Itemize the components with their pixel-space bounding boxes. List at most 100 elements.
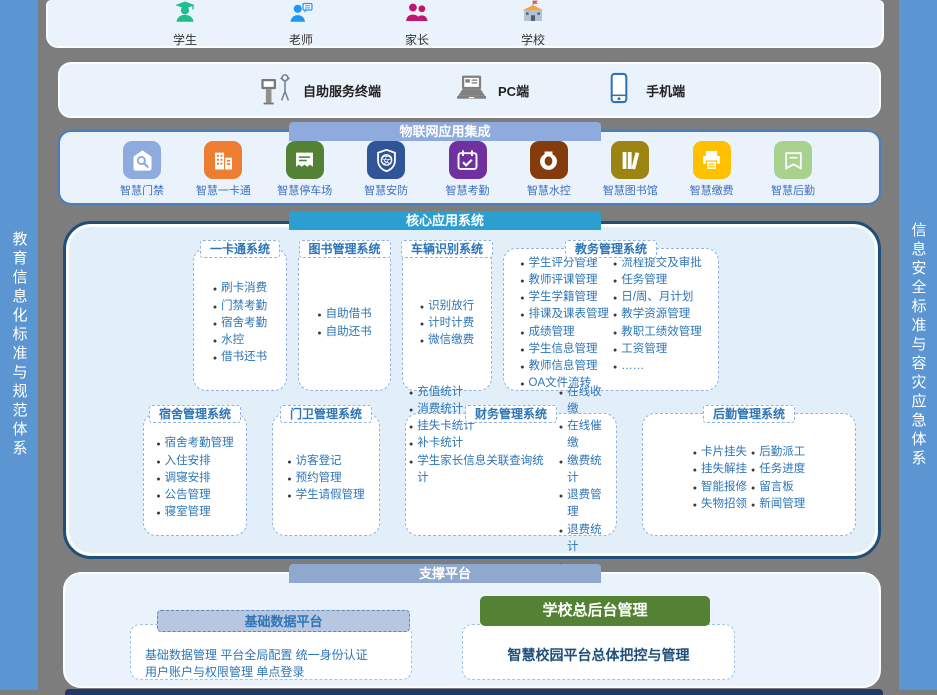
system-item: ●新闻管理: [751, 496, 805, 513]
system-item: ●学生学籍管理: [520, 289, 609, 306]
system-item-label: 入住安排: [165, 453, 211, 470]
system-item-label: ……: [621, 358, 644, 375]
system-item-label: 缴费统计: [567, 453, 613, 488]
system-item-label: 日/周、月计划: [621, 289, 693, 306]
library-icon: [611, 141, 649, 179]
parents-icon: [403, 0, 431, 30]
security-icon: 安: [367, 141, 405, 179]
system-item: ●智能报修: [693, 479, 747, 496]
system-box-title: 车辆识别系统: [401, 240, 493, 258]
system-item-label: 排课及课表管理: [529, 306, 610, 323]
system-item-label: 成绩管理: [529, 324, 575, 341]
system-box-title: 门卫管理系统: [280, 405, 372, 423]
iot-panel: 智慧门禁智慧一卡通智慧停车场安智慧安防智慧考勤智慧水控智慧图书馆智慧缴费智慧后勤: [58, 130, 881, 205]
iot-item: 智慧后勤: [755, 141, 831, 198]
bullet-icon: ●: [317, 329, 321, 340]
iot-item: 智慧考勤: [430, 141, 506, 198]
device-label: PC端: [498, 81, 529, 100]
bullet-icon: ●: [613, 260, 617, 271]
system-item-label: 卡片挂失: [701, 444, 747, 461]
iot-item: 智慧水控: [511, 141, 587, 198]
bullet-icon: ●: [559, 527, 563, 538]
bullet-icon: ●: [559, 389, 563, 400]
user-item: 学校: [498, 0, 568, 48]
system-item: ●自助还书: [317, 324, 371, 341]
system-item-label: 教学资源管理: [621, 306, 690, 323]
bullet-icon: ●: [613, 363, 617, 374]
bullet-icon: ●: [613, 277, 617, 288]
left-rail-label: 教育信息化标准与规范体系: [9, 231, 30, 459]
bullet-icon: ●: [420, 303, 424, 314]
system-item: ●在线收缴: [559, 384, 613, 419]
system-item: ●宿舍考勤管理: [156, 435, 233, 452]
kiosk-icon: [258, 70, 294, 111]
bullet-icon: ●: [213, 303, 217, 314]
device-item: 手机端: [601, 70, 685, 111]
system-item: ●退费管理: [559, 487, 613, 522]
teacher-icon: [287, 0, 315, 30]
bullet-icon: ●: [520, 363, 524, 374]
system-item-label: 失物招领: [701, 496, 747, 513]
iot-item: 安智慧安防: [348, 141, 424, 198]
bullet-icon: ●: [693, 501, 697, 512]
system-item: ● 教师信息管理: [520, 358, 609, 375]
system-item: ● 门禁考勤: [213, 298, 267, 315]
system-item-label: 退费统计: [567, 522, 613, 557]
bullet-icon: ●: [520, 311, 524, 322]
system-box-columns: ●学生评分管理●教师评课管理●学生学籍管理●排课及课表管理●成绩管理●学生信息管…: [520, 255, 701, 393]
system-box: 宿舍管理系统●宿舍考勤管理●入住安排●调寝安排●公告管理●寝室管理: [143, 413, 247, 536]
user-item: 学生: [150, 0, 220, 48]
system-item: ●任务进度: [751, 461, 805, 478]
system-item-label: 工资管理: [621, 341, 667, 358]
system-item-label: 预约管理: [296, 470, 342, 487]
system-item-label: 门禁考勤: [221, 298, 267, 315]
system-box-title: 后勤管理系统: [703, 405, 795, 423]
system-item: ●计时计费: [420, 315, 474, 332]
device-label: 自助服务终端: [303, 81, 381, 100]
system-box-columns: ●访客登记●预约管理●学生请假管理: [287, 453, 364, 505]
system-item-label: 教师信息管理: [529, 358, 598, 375]
system-box: 一卡通系统●刷卡消费●门禁考勤●宿舍考勤●水控●借书还书: [193, 248, 287, 391]
system-item-label: 智能报修: [701, 479, 747, 496]
system-item: ●缴费统计: [559, 453, 613, 488]
basic-data-platform-line-1: 基础数据管理 平台全局配置 统一身份认证: [145, 647, 411, 664]
payment-icon: [693, 141, 731, 179]
system-item-label: 公告管理: [165, 487, 211, 504]
device-item: 自助服务终端: [258, 70, 381, 111]
system-box: 后勤管理系统●卡片挂失●挂失解挂●智能报修●失物招领●后勤派工●任务进度●留言板…: [642, 413, 856, 536]
iot-item-label: 智慧水控: [527, 182, 571, 198]
system-item: ● 入住安排: [156, 453, 233, 470]
iot-item-label: 智慧门禁: [120, 182, 164, 198]
system-item: ●学生信息管理: [520, 341, 609, 358]
system-item: ●挂失解挂: [693, 461, 747, 478]
phone-icon: [601, 70, 637, 111]
water-icon: [530, 141, 568, 179]
system-item-column: ●识别放行●计时计费●微信缴费: [420, 298, 474, 350]
bullet-icon: ●: [213, 354, 217, 365]
system-box-columns: ●刷卡消费●门禁考勤●宿舍考勤●水控●借书还书: [213, 280, 267, 366]
bullet-icon: ●: [156, 458, 160, 469]
system-item-label: 学生请假管理: [296, 487, 365, 504]
bullet-icon: ●: [420, 337, 424, 348]
svg-text:安: 安: [381, 154, 391, 166]
pc-icon: [453, 70, 489, 111]
system-box-columns: ●卡片挂失●挂失解挂●智能报修●失物招领●后勤派工●任务进度●留言板●新闻管理: [693, 444, 805, 513]
system-item: ● ……: [613, 358, 702, 375]
user-label: 老师: [289, 31, 313, 48]
system-item-label: 借书还书: [221, 349, 267, 366]
system-item: ●教职工绩效管理: [613, 324, 702, 341]
system-item: ●水控: [213, 332, 267, 349]
iot-item-label: 智慧安防: [364, 182, 408, 198]
bullet-icon: ●: [287, 492, 291, 503]
system-item: ●微信缴费: [420, 332, 474, 349]
system-item-label: 自助借书: [326, 306, 372, 323]
system-item: ●刷卡消费: [213, 280, 267, 297]
iot-item-label: 智慧后勤: [771, 182, 815, 198]
system-item-label: 任务进度: [759, 461, 805, 478]
system-item-column: ●宿舍考勤管理●入住安排●调寝安排●公告管理●寝室管理: [156, 435, 233, 521]
bullet-icon: ●: [559, 423, 563, 434]
system-item: ● 排课及课表管理: [520, 306, 609, 323]
system-item-column: ● 自助借书●自助还书: [317, 306, 371, 341]
system-item: ●学生家长信息关联查询统计: [409, 453, 555, 488]
system-item-column: ●卡片挂失●挂失解挂●智能报修●失物招领: [693, 444, 747, 513]
